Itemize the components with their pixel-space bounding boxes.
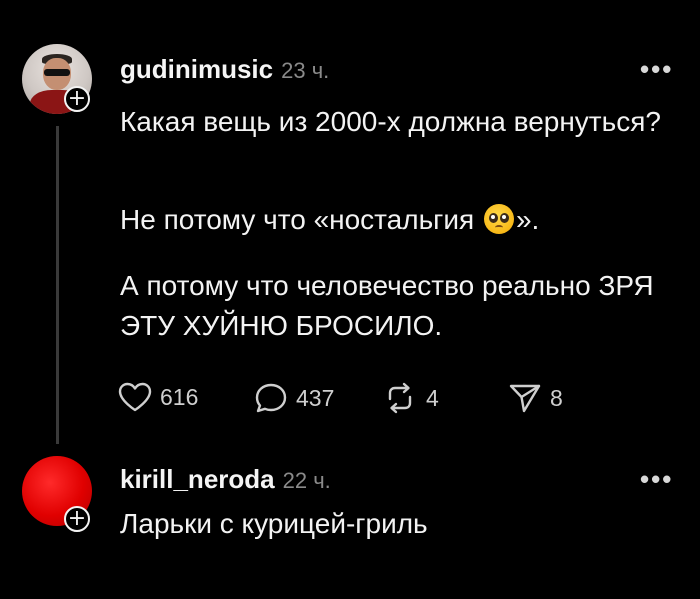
pleading-face-emoji-icon <box>483 204 514 234</box>
emoji-eye-right <box>499 213 509 223</box>
post-paragraph-2: Не потому что «ностальгия ». <box>120 200 680 240</box>
post-paragraph-1: Какая вещь из 2000-х должна вернуться? <box>120 106 661 137</box>
post-paragraph-2-text: Не потому что «ностальгия <box>120 204 475 235</box>
comment-count: 437 <box>296 384 335 411</box>
share-button[interactable]: 8 <box>508 382 563 414</box>
post-username[interactable]: gudinimusic <box>120 54 273 84</box>
reply-more-icon[interactable]: ••• <box>640 464 673 495</box>
emoji-mouth <box>494 225 503 230</box>
post-paragraph-3: А потому что человечество реально ЗРЯ ЭТ… <box>120 270 654 341</box>
reply-time: 22 ч. <box>282 468 331 493</box>
reply-text: Ларьки с курицей-гриль <box>120 508 428 539</box>
post-header: gudinimusic 23 ч. <box>120 54 329 85</box>
avatar-glasses <box>44 69 70 76</box>
repost-button[interactable]: 4 <box>382 382 439 414</box>
post-time: 23 ч. <box>281 58 330 83</box>
follow-plus-icon[interactable]: + <box>64 86 90 112</box>
send-icon <box>509 384 541 413</box>
follow-plus-icon-reply[interactable]: + <box>64 506 90 532</box>
like-button[interactable]: 616 <box>118 382 198 412</box>
comment-bubble-icon <box>255 383 287 413</box>
reply-header: kirill_neroda 22 ч. <box>120 464 331 495</box>
emoji-eye-left <box>488 213 498 223</box>
repost-count: 4 <box>426 384 439 411</box>
comment-button[interactable]: 437 <box>254 382 334 414</box>
post-more-icon[interactable]: ••• <box>640 54 673 85</box>
reply-username[interactable]: kirill_neroda <box>120 464 275 494</box>
share-count: 8 <box>550 384 563 411</box>
thread-line <box>56 126 59 444</box>
heart-icon <box>118 382 152 412</box>
repost-icon <box>388 382 412 414</box>
like-count: 616 <box>160 383 199 410</box>
post-paragraph-2-end: ». <box>515 204 540 235</box>
